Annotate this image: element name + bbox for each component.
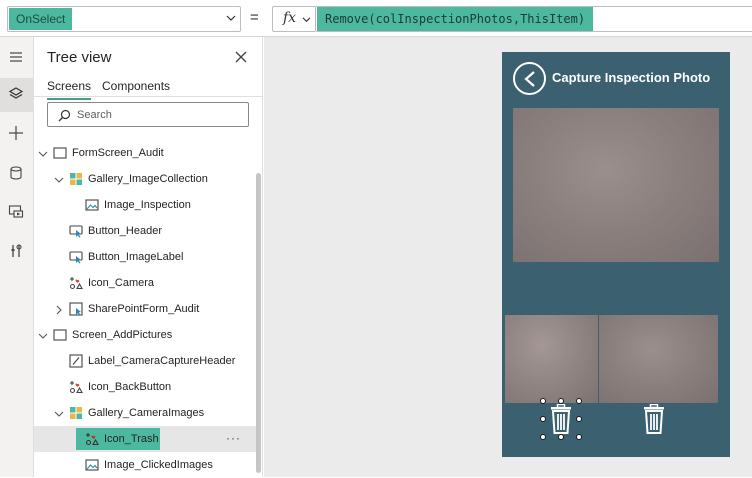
equals-sign: = bbox=[250, 9, 259, 26]
search-input[interactable]: Search bbox=[47, 102, 249, 127]
screen-icon bbox=[53, 329, 67, 341]
tree-item-label: Image_Inspection bbox=[104, 199, 191, 211]
chevron-down-icon[interactable] bbox=[54, 175, 64, 185]
image-icon bbox=[85, 199, 99, 211]
icon-control-icon bbox=[69, 277, 83, 290]
tree-item-icon-camera[interactable]: Icon_Camera bbox=[34, 270, 256, 296]
data-button[interactable] bbox=[0, 157, 34, 191]
formula-input[interactable]: Remove(colInspectionPhotos,ThisItem) bbox=[316, 6, 752, 32]
gallery-icon bbox=[70, 173, 82, 185]
tree-view-button[interactable] bbox=[0, 78, 34, 112]
fx-button[interactable]: fx bbox=[272, 6, 316, 32]
tree-item-label: Screen_AddPictures bbox=[72, 329, 173, 341]
tree-item-label: Icon_BackButton bbox=[88, 381, 172, 393]
tree-item-label-cameracaptureheader[interactable]: Label_CameraCaptureHeader bbox=[34, 348, 256, 374]
app-header-title: Capture Inspection Photo bbox=[552, 70, 711, 85]
tab-divider bbox=[34, 96, 263, 97]
property-dropdown[interactable]: OnSelect bbox=[7, 6, 241, 32]
chevron-down-icon bbox=[226, 15, 236, 21]
resize-handle[interactable] bbox=[540, 416, 546, 422]
more-options-icon[interactable]: ··· bbox=[226, 431, 241, 445]
tree-item-button-imagelabel[interactable]: Button_ImageLabel bbox=[34, 244, 256, 270]
plus-icon bbox=[9, 126, 23, 140]
media-icon bbox=[8, 205, 24, 218]
chevron-down-icon[interactable] bbox=[38, 331, 48, 341]
icon-control-icon bbox=[85, 433, 99, 446]
fx-icon: fx bbox=[283, 10, 297, 26]
tools-icon bbox=[11, 244, 22, 257]
left-rail bbox=[0, 37, 34, 477]
app-screen-preview: Capture Inspection Photo bbox=[502, 52, 730, 457]
formula-text: Remove(colInspectionPhotos,ThisItem) bbox=[317, 7, 594, 31]
media-button[interactable] bbox=[0, 195, 34, 229]
tree-item-label: SharePointForm_Audit bbox=[88, 303, 200, 315]
database-icon bbox=[10, 166, 22, 180]
insert-button[interactable] bbox=[0, 117, 34, 151]
label-icon bbox=[69, 354, 83, 368]
tree-item-icon-trash[interactable]: Icon_Trash ··· bbox=[34, 426, 256, 452]
tree-item-formscreen-audit[interactable]: FormScreen_Audit bbox=[34, 140, 256, 166]
button-icon bbox=[69, 225, 83, 238]
resize-handle[interactable] bbox=[540, 398, 546, 404]
resize-handle[interactable] bbox=[558, 434, 564, 440]
tree-item-icon-backbutton[interactable]: Icon_BackButton bbox=[34, 374, 256, 400]
resize-handle[interactable] bbox=[558, 398, 564, 404]
search-placeholder: Search bbox=[77, 109, 112, 121]
icon-control-icon bbox=[69, 381, 83, 394]
resize-handle[interactable] bbox=[540, 434, 546, 440]
property-name: OnSelect bbox=[9, 8, 73, 30]
form-icon bbox=[69, 302, 83, 316]
search-icon bbox=[58, 109, 71, 122]
advanced-tools-button[interactable] bbox=[0, 235, 34, 269]
hamburger-menu-icon bbox=[10, 52, 22, 62]
tree-item-label: Gallery_CameraImages bbox=[88, 407, 205, 419]
image-icon bbox=[85, 459, 99, 471]
tree-item-label: Gallery_ImageCollection bbox=[88, 173, 208, 185]
tree-item-gallery-imagecollection[interactable]: Gallery_ImageCollection bbox=[34, 166, 256, 192]
tree-item-button-header[interactable]: Button_Header bbox=[34, 218, 256, 244]
tree-item-label: Image_ClickedImages bbox=[104, 459, 213, 471]
resize-handle[interactable] bbox=[576, 398, 582, 404]
resize-handle[interactable] bbox=[576, 416, 582, 422]
chevron-left-icon bbox=[524, 71, 535, 87]
design-canvas: Capture Inspection Photo bbox=[264, 37, 752, 477]
trash-icon bbox=[551, 404, 571, 434]
tree-item-screen-addpictures[interactable]: Screen_AddPictures bbox=[34, 322, 256, 348]
tree-view-panel: Tree view Screens Components Search Form… bbox=[34, 37, 263, 477]
tree-item-label: FormScreen_Audit bbox=[72, 147, 164, 159]
tree-item-image-inspection[interactable]: Image_Inspection bbox=[34, 192, 256, 218]
formula-bar: OnSelect = fx Remove(colInspectionPhotos… bbox=[0, 0, 752, 37]
chevron-down-icon bbox=[302, 17, 311, 23]
close-icon[interactable] bbox=[235, 51, 247, 63]
layers-icon bbox=[8, 87, 24, 99]
hamburger-menu-button[interactable] bbox=[0, 41, 34, 75]
chevron-down-icon[interactable] bbox=[54, 409, 64, 419]
gallery-photo-2[interactable] bbox=[599, 315, 718, 403]
button-icon bbox=[69, 251, 83, 264]
gallery-icon bbox=[70, 407, 82, 419]
panel-title: Tree view bbox=[47, 49, 112, 66]
tree-item-label: Button_Header bbox=[88, 225, 162, 237]
back-button[interactable] bbox=[513, 62, 546, 95]
tree-scrollbar[interactable] bbox=[256, 173, 261, 473]
tree-item-gallery-cameraimages[interactable]: Gallery_CameraImages bbox=[34, 400, 256, 426]
captured-photo-large bbox=[513, 108, 719, 262]
chevron-right-icon[interactable] bbox=[54, 305, 64, 315]
trash-icon[interactable] bbox=[642, 404, 666, 434]
tree-item-label: Label_CameraCaptureHeader bbox=[88, 355, 236, 367]
tree-item-label: Icon_Camera bbox=[88, 277, 155, 289]
trash-button-selected[interactable] bbox=[540, 398, 582, 440]
chevron-down-icon[interactable] bbox=[38, 149, 48, 159]
tree-item-label: Button_ImageLabel bbox=[88, 251, 184, 263]
gallery-photo-1[interactable] bbox=[505, 315, 598, 403]
resize-handle[interactable] bbox=[576, 434, 582, 440]
screen-icon bbox=[53, 147, 67, 159]
tree-item-image-clickedimages[interactable]: Image_ClickedImages bbox=[34, 452, 256, 478]
tree-item-sharepointform-audit[interactable]: SharePointForm_Audit bbox=[34, 296, 256, 322]
tree-item-label: Icon_Trash bbox=[104, 433, 159, 445]
